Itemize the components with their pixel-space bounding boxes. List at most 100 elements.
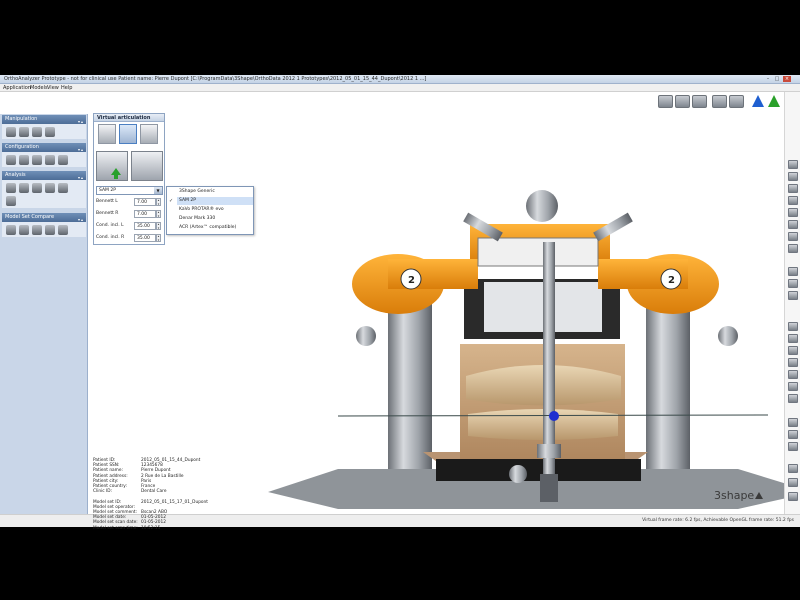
model-lower-icon[interactable] bbox=[788, 334, 798, 343]
articulator-side-icon[interactable] bbox=[140, 124, 158, 144]
front-view-icon[interactable] bbox=[712, 95, 727, 108]
maximize-button[interactable]: □ bbox=[773, 76, 781, 82]
expand-icon[interactable] bbox=[788, 442, 798, 451]
articulator-select[interactable]: SAM 2P ▼ bbox=[96, 186, 163, 195]
arch-icon[interactable] bbox=[6, 183, 16, 193]
articulator-dropdown-list: 3Shape Generic SAM 2P ✓ KaVo PROTAR® evo… bbox=[166, 186, 254, 235]
side-view-icon[interactable] bbox=[729, 95, 744, 108]
teeth-icon[interactable] bbox=[692, 95, 707, 108]
occlusion-icon[interactable] bbox=[6, 155, 16, 165]
right-icon-bar bbox=[784, 92, 800, 514]
grid-icon[interactable] bbox=[788, 291, 798, 300]
chevron-down-icon[interactable]: ▼ bbox=[154, 187, 162, 194]
left-plate-number: 2 bbox=[408, 275, 415, 286]
clip-icon[interactable] bbox=[32, 225, 42, 235]
view-back-icon[interactable] bbox=[788, 220, 798, 229]
section-icon[interactable] bbox=[32, 183, 42, 193]
model-both-icon[interactable] bbox=[788, 346, 798, 355]
articulation-mode-icons bbox=[98, 124, 162, 146]
menu-application[interactable]: Application bbox=[3, 85, 31, 91]
color-icon[interactable] bbox=[788, 370, 798, 379]
jaw-icon[interactable] bbox=[19, 155, 29, 165]
brand-logo: 3shape bbox=[714, 489, 764, 502]
menu-models[interactable]: Models bbox=[30, 85, 48, 91]
move-icon[interactable] bbox=[6, 127, 16, 137]
bite-icon[interactable] bbox=[32, 155, 42, 165]
clip-plane-icon[interactable] bbox=[788, 267, 798, 276]
articulator-icon[interactable] bbox=[45, 155, 55, 165]
right-plate-number: 2 bbox=[668, 275, 675, 286]
view-bottom-icon[interactable] bbox=[788, 172, 798, 181]
snapshot-icon[interactable] bbox=[788, 394, 798, 403]
brush-icon[interactable] bbox=[45, 127, 55, 137]
light-icon[interactable] bbox=[788, 382, 798, 391]
bennett-l-spinner[interactable]: ▴ ▾ bbox=[156, 198, 161, 206]
pan-icon[interactable] bbox=[788, 244, 798, 253]
cond-incl-r-input[interactable]: 35.00 bbox=[134, 234, 156, 242]
mount-down-button[interactable] bbox=[131, 151, 163, 181]
minimize-button[interactable]: – bbox=[764, 76, 772, 82]
occlusion-blue-icon[interactable] bbox=[752, 95, 764, 107]
reset-view-icon[interactable] bbox=[788, 430, 798, 439]
dropdown-option[interactable]: Denar Mark 330 bbox=[177, 215, 253, 223]
cond-incl-l-spinner[interactable]: ▴ ▾ bbox=[156, 222, 161, 230]
close-button[interactable]: × bbox=[783, 76, 791, 82]
compare-icon[interactable] bbox=[6, 225, 16, 235]
articulator-gear-icon[interactable] bbox=[119, 124, 137, 144]
cond-incl-r-spinner[interactable]: ▴ ▾ bbox=[156, 234, 161, 242]
view-right-icon[interactable] bbox=[788, 196, 798, 205]
section-title: Manipulation bbox=[5, 116, 38, 122]
3d-viewport[interactable]: 2 2 bbox=[88, 114, 784, 514]
section-header[interactable]: Manipulation ▾▴ bbox=[2, 115, 86, 124]
rotate-icon[interactable] bbox=[675, 95, 690, 108]
tooth-icon[interactable] bbox=[32, 127, 42, 137]
dropdown-option[interactable]: SAM 2P bbox=[177, 197, 253, 205]
bennett-r-spinner[interactable]: ▴ ▾ bbox=[156, 210, 161, 218]
section-header[interactable]: Analysis ▾▴ bbox=[2, 171, 86, 180]
section-body bbox=[2, 180, 86, 208]
overlay-icon[interactable] bbox=[45, 225, 55, 235]
left-arm bbox=[388, 259, 478, 289]
measure-icon[interactable] bbox=[19, 183, 29, 193]
view-front-icon[interactable] bbox=[788, 208, 798, 217]
transparency-icon[interactable] bbox=[788, 358, 798, 367]
dropdown-option[interactable]: 3Shape Generic bbox=[177, 188, 253, 196]
pencil-icon[interactable] bbox=[6, 196, 16, 206]
menu-view[interactable]: View bbox=[47, 85, 59, 91]
model-upper-icon[interactable] bbox=[788, 322, 798, 331]
pen-icon[interactable] bbox=[58, 225, 68, 235]
dropdown-option[interactable]: ACR (Artex™ compatible) bbox=[177, 224, 253, 232]
left-tool-panel: Manipulation ▾▴ Configuration ▾▴ Analysi… bbox=[0, 114, 88, 527]
overjet-icon[interactable] bbox=[45, 183, 55, 193]
section-body bbox=[2, 222, 86, 237]
dropdown-option[interactable]: KaVo PROTAR® evo bbox=[177, 206, 253, 214]
virtual-articulation-panel: Virtual articulation SAM 2P ▼ Bennett L … bbox=[93, 113, 165, 245]
info-icon[interactable] bbox=[788, 464, 798, 473]
space-icon[interactable] bbox=[58, 183, 68, 193]
pin-block bbox=[537, 444, 561, 458]
measure-tool-icon[interactable] bbox=[788, 279, 798, 288]
rotate-model-icon[interactable] bbox=[19, 127, 29, 137]
left-side-knob bbox=[356, 326, 376, 346]
bennett-l-input[interactable]: 7.00 bbox=[134, 198, 156, 206]
section-body bbox=[2, 152, 86, 167]
zoom-icon[interactable] bbox=[788, 232, 798, 241]
teeth-settings-icon[interactable] bbox=[58, 155, 68, 165]
settings-icon[interactable] bbox=[788, 478, 798, 487]
section-header[interactable]: Model Set Compare ▾▴ bbox=[2, 213, 86, 222]
view-top-icon[interactable] bbox=[788, 160, 798, 169]
bennett-r-input[interactable]: 7.00 bbox=[134, 210, 156, 218]
cond-incl-l-input[interactable]: 35.00 bbox=[134, 222, 156, 230]
mount-up-button[interactable] bbox=[96, 151, 128, 181]
occlusal-pointer[interactable] bbox=[549, 411, 559, 421]
menu-help[interactable]: Help bbox=[61, 85, 72, 91]
occlusion-green-icon[interactable] bbox=[768, 95, 780, 107]
superimpose-icon[interactable] bbox=[19, 225, 29, 235]
frame-rate-text: Virtual frame rate: 6.2 fps, Achievable … bbox=[642, 518, 794, 523]
section-header[interactable]: Configuration ▾▴ bbox=[2, 143, 86, 152]
fit-icon[interactable] bbox=[788, 418, 798, 427]
view-left-icon[interactable] bbox=[788, 184, 798, 193]
layers-icon[interactable] bbox=[658, 95, 673, 108]
help-icon[interactable] bbox=[788, 492, 798, 501]
articulator-front-icon[interactable] bbox=[98, 124, 116, 144]
